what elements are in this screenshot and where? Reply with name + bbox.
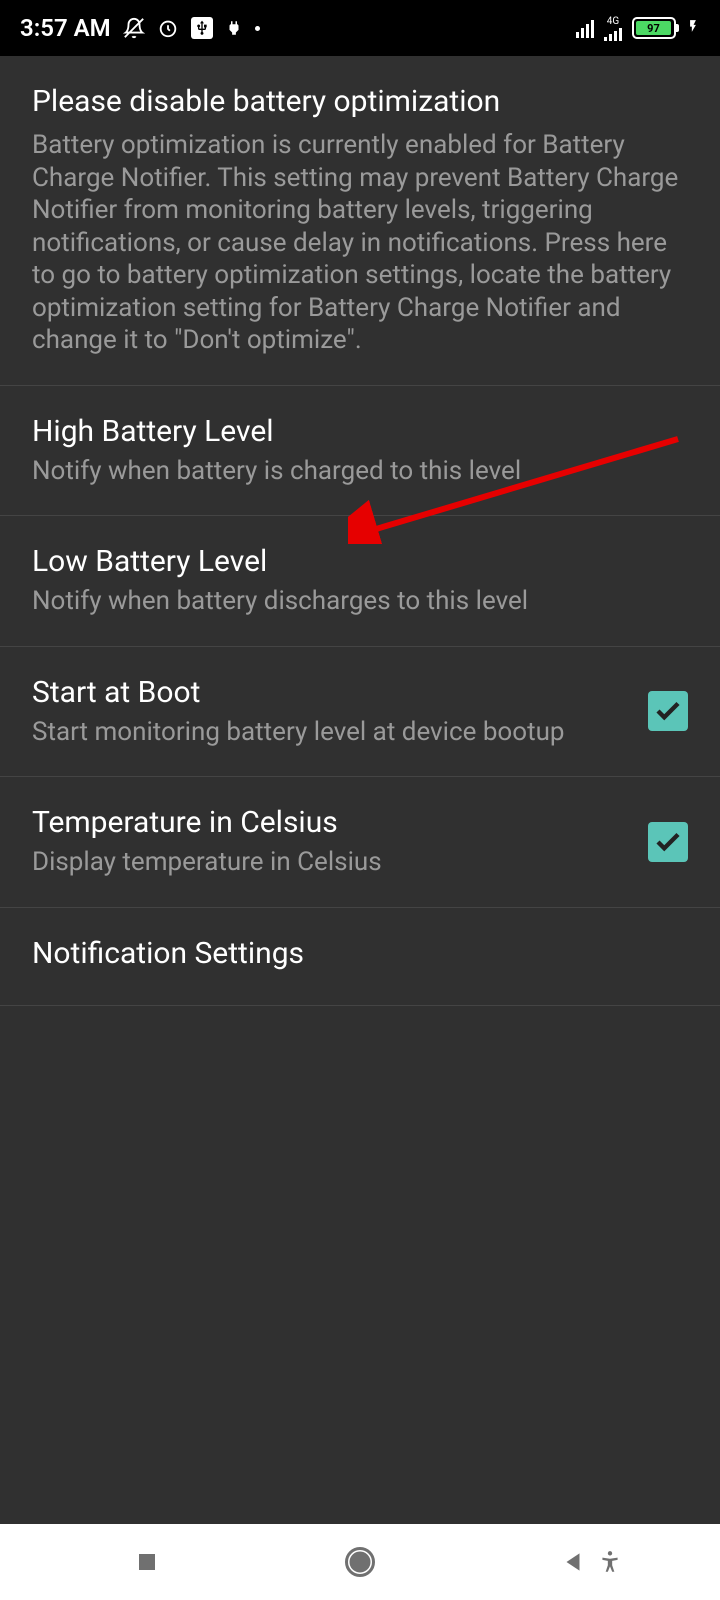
temperature-celsius-checkbox[interactable]	[648, 822, 688, 862]
alarm-icon	[157, 17, 179, 39]
status-left: 3:57 AM	[20, 14, 260, 42]
setting-title: Temperature in Celsius	[32, 805, 628, 840]
battery-optimization-warning[interactable]: Please disable battery optimization Batt…	[0, 56, 720, 386]
setting-description: Notify when battery is charged to this l…	[32, 455, 688, 488]
low-battery-level-setting[interactable]: Low Battery Level Notify when battery di…	[0, 516, 720, 647]
setting-description: Display temperature in Celsius	[32, 846, 628, 879]
battery-icon: 97	[632, 17, 676, 39]
do-not-disturb-icon	[123, 17, 145, 39]
setting-title: Low Battery Level	[32, 544, 688, 579]
status-right: 4G 97	[576, 16, 700, 41]
settings-content: Please disable battery optimization Batt…	[0, 56, 720, 1524]
usb-icon	[191, 17, 213, 39]
start-at-boot-setting[interactable]: Start at Boot Start monitoring battery l…	[0, 647, 720, 778]
setting-description: Start monitoring battery level at device…	[32, 716, 628, 749]
start-at-boot-checkbox[interactable]	[648, 691, 688, 731]
setting-description: Notify when battery discharges to this l…	[32, 585, 688, 618]
notification-settings[interactable]: Notification Settings	[0, 908, 720, 1006]
warning-title: Please disable battery optimization	[32, 84, 688, 119]
home-button[interactable]	[300, 1532, 420, 1592]
plug-icon	[225, 19, 243, 37]
temperature-celsius-setting[interactable]: Temperature in Celsius Display temperatu…	[0, 777, 720, 908]
accessibility-button[interactable]	[550, 1532, 670, 1592]
charging-bolt-icon	[686, 16, 700, 40]
setting-title: High Battery Level	[32, 414, 688, 449]
recent-apps-button[interactable]	[87, 1532, 207, 1592]
setting-title: Start at Boot	[32, 675, 628, 710]
dot-indicator-icon	[255, 26, 260, 31]
status-bar: 3:57 AM 4G	[0, 0, 720, 56]
signal-bars-icon	[576, 18, 594, 38]
setting-title: Notification Settings	[32, 936, 688, 971]
warning-description: Battery optimization is currently enable…	[32, 129, 688, 357]
network-indicator: 4G	[604, 16, 622, 41]
navigation-bar	[0, 1524, 720, 1600]
high-battery-level-setting[interactable]: High Battery Level Notify when battery i…	[0, 386, 720, 517]
status-time: 3:57 AM	[20, 14, 111, 42]
